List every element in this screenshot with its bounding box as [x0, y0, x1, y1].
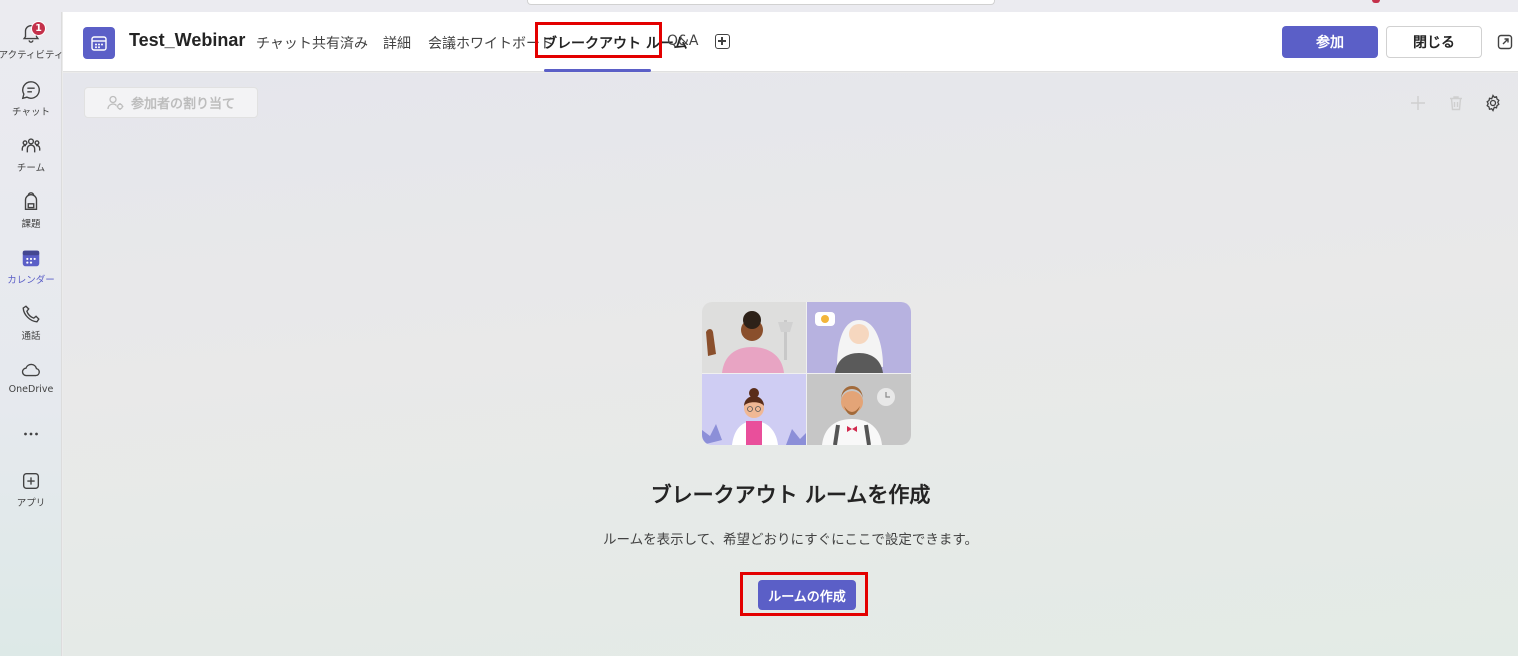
rail-item-label: カレンダー — [7, 275, 55, 286]
tab-qa[interactable]: Q&A — [667, 33, 699, 49]
rail-item-label: 課題 — [21, 219, 41, 230]
tab-details[interactable]: 詳細 — [383, 33, 411, 53]
rail-item-label: アプリ — [16, 498, 46, 509]
rail-item-label: アクティビティ — [0, 50, 64, 61]
rail-item-chat[interactable]: チャット — [0, 73, 62, 123]
activity-badge: 1 — [31, 21, 46, 36]
teams-icon — [21, 138, 41, 153]
assign-participants-label: 参加者の割り当て — [131, 97, 236, 112]
join-button[interactable]: 参加 — [1282, 26, 1378, 58]
phone-icon — [22, 305, 40, 323]
rail-item-teams[interactable]: チーム — [0, 129, 62, 179]
backpack-icon — [24, 192, 38, 211]
rail-item-activity[interactable]: 1 アクティビティ — [0, 16, 64, 66]
settings-icon[interactable] — [1484, 94, 1502, 112]
create-rooms-button[interactable]: ルームの作成 — [758, 580, 856, 610]
more-icon — [24, 432, 38, 436]
rail-item-label: チャット — [12, 107, 50, 118]
active-tab-indicator — [544, 69, 651, 72]
add-room-icon[interactable] — [1409, 94, 1427, 112]
chat-icon — [21, 81, 40, 100]
search-box[interactable] — [527, 0, 995, 5]
empty-state-title: ブレークアウト ルームを作成 — [650, 483, 931, 507]
cloud-icon — [21, 363, 40, 377]
breakout-rooms-panel: 参加者の割り当て ブレークアウト ルームを作成 ルームを表示して、希望どおりにす… — [63, 73, 1518, 656]
calendar-icon — [83, 27, 115, 59]
breakout-rooms-illustration — [702, 302, 911, 445]
rail-item-more[interactable] — [0, 417, 62, 467]
rail-item-calendar[interactable]: カレンダー — [0, 241, 62, 291]
meeting-header: Test_Webinar チャット 共有済み 詳細 会議ホワイトボード ブレーク… — [63, 12, 1518, 72]
rail-item-onedrive[interactable]: OneDrive — [0, 353, 62, 403]
people-settings-icon — [107, 95, 124, 110]
rail-item-label: チーム — [16, 163, 46, 174]
rail-item-label: 通話 — [21, 331, 41, 342]
tab-chat[interactable]: チャット — [256, 33, 312, 53]
popout-icon[interactable] — [1497, 34, 1513, 50]
meeting-title: Test_Webinar — [129, 30, 246, 50]
rail-item-calls[interactable]: 通話 — [0, 297, 62, 347]
close-button[interactable]: 閉じる — [1386, 26, 1482, 58]
empty-state-subtitle: ルームを表示して、希望どおりにすぐにここで設定できます。 — [602, 532, 979, 548]
tab-shared[interactable]: 共有済み — [312, 33, 368, 53]
rail-item-label: OneDrive — [8, 384, 54, 395]
delete-icon[interactable] — [1447, 94, 1465, 112]
assign-participants-button[interactable]: 参加者の割り当て — [84, 87, 258, 118]
app-rail: 1 アクティビティ チャット チーム 課題 カレンダー 通話 OneDrive … — [0, 12, 64, 656]
add-apps-icon — [22, 472, 40, 490]
title-bar — [0, 0, 1518, 12]
rail-item-apps[interactable]: アプリ — [0, 464, 62, 514]
rail-item-assignments[interactable]: 課題 — [0, 185, 62, 235]
add-tab-icon[interactable] — [715, 34, 730, 49]
notification-dot — [1372, 0, 1380, 3]
highlight-box — [535, 22, 662, 58]
calendar-icon — [22, 250, 40, 267]
